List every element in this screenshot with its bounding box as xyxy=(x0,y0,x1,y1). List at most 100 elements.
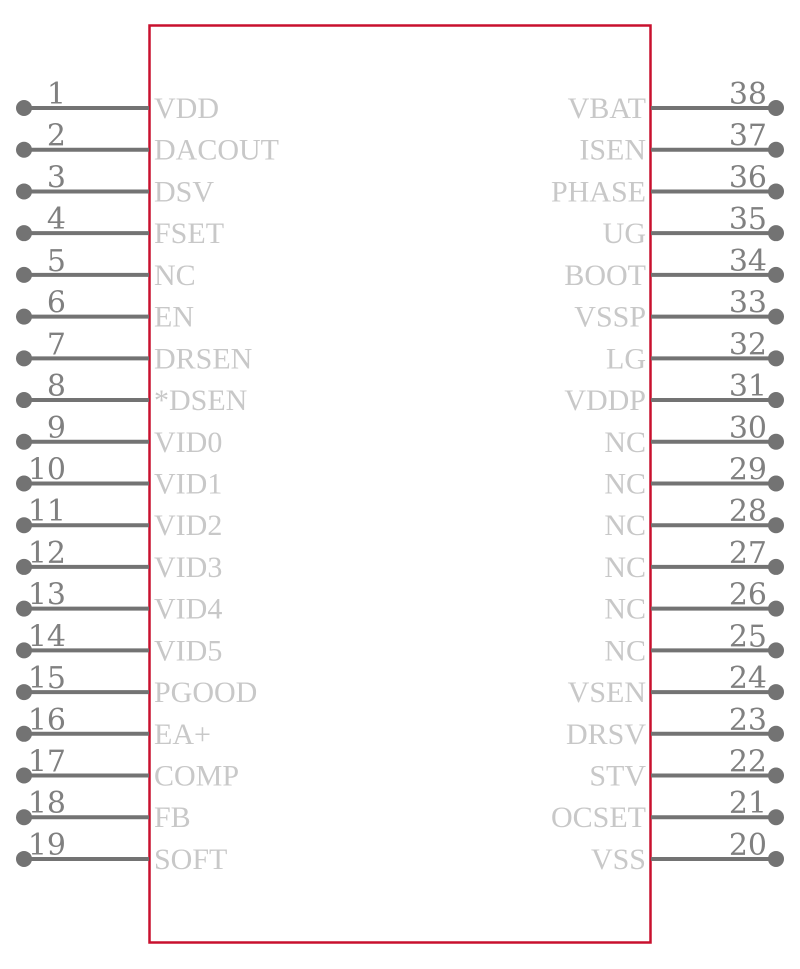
pin-label: VID3 xyxy=(154,551,222,584)
pin-number: 38 xyxy=(729,77,767,112)
pin-endpoint[interactable] xyxy=(16,183,32,200)
pin-label: FSET xyxy=(154,217,224,250)
pin-label: EA+ xyxy=(154,718,211,751)
pin-number: 1 xyxy=(47,77,66,112)
pin-label: VSEN xyxy=(568,676,646,709)
pin-endpoint[interactable] xyxy=(768,392,784,409)
pin-endpoint[interactable] xyxy=(768,141,784,158)
pin-number: 22 xyxy=(729,745,767,780)
pin-endpoint[interactable] xyxy=(16,141,32,158)
pin-endpoint[interactable] xyxy=(768,600,784,617)
pin-number: 28 xyxy=(729,494,767,529)
pin-endpoint[interactable] xyxy=(16,350,32,367)
schematic-symbol: 1 VDD 2 DACOUT 3 DSV 4 FSET 5 NC 6 EN 7 DRSEN 8 *DSEN 9 V… xyxy=(16,24,784,944)
pin-number: 8 xyxy=(47,369,66,404)
pin-number: 31 xyxy=(729,369,767,404)
pin-label: NC xyxy=(604,509,646,542)
pin-number: 30 xyxy=(729,411,767,446)
pin-number: 18 xyxy=(28,786,66,821)
pin-label: VSS xyxy=(591,843,646,876)
pin-number: 19 xyxy=(28,828,66,863)
pin-label: UG xyxy=(603,217,646,250)
pin-number: 4 xyxy=(47,202,66,237)
pin-label: VBAT xyxy=(568,92,646,125)
pin-endpoint[interactable] xyxy=(768,517,784,534)
pin-label: *DSEN xyxy=(154,384,247,417)
pin-endpoint[interactable] xyxy=(16,308,32,325)
pin-label: ISEN xyxy=(579,134,646,167)
pin-number: 21 xyxy=(729,786,767,821)
pin-label: STV xyxy=(589,760,646,793)
pin-number: 16 xyxy=(28,703,66,738)
pin-number: 29 xyxy=(729,452,767,487)
pin-number: 7 xyxy=(47,327,66,362)
pin-number: 2 xyxy=(47,119,66,154)
pin-label: VID1 xyxy=(154,467,222,500)
pin-label: PGOOD xyxy=(154,676,257,709)
pin-label: VDD xyxy=(154,92,219,125)
pin-endpoint[interactable] xyxy=(768,725,784,742)
pin-endpoint[interactable] xyxy=(768,100,784,116)
pin-label: VID4 xyxy=(154,593,222,626)
pin-label: NC xyxy=(604,551,646,584)
pin-label: COMP xyxy=(154,760,239,793)
pin-label: VID2 xyxy=(154,509,222,542)
pin-endpoint[interactable] xyxy=(768,225,784,242)
pin-endpoint[interactable] xyxy=(768,642,784,659)
pin-number: 35 xyxy=(729,202,767,237)
pin-number: 14 xyxy=(28,619,66,654)
pin-label: EN xyxy=(154,301,194,334)
pin-endpoint[interactable] xyxy=(16,100,32,116)
pin-number: 23 xyxy=(729,703,767,738)
pin-label: LG xyxy=(606,342,646,375)
pin-endpoint[interactable] xyxy=(768,433,784,450)
pin-number: 15 xyxy=(28,661,66,696)
pin-label: FB xyxy=(154,801,191,834)
pin-endpoint[interactable] xyxy=(16,225,32,242)
pin-endpoint[interactable] xyxy=(768,767,784,784)
pin-number: 34 xyxy=(729,244,767,279)
pin-endpoint[interactable] xyxy=(16,266,32,283)
pin-endpoint[interactable] xyxy=(768,684,784,701)
pin-number: 11 xyxy=(28,494,66,529)
pin-number: 9 xyxy=(47,411,66,446)
pin-number: 20 xyxy=(729,828,767,863)
pin-number: 26 xyxy=(729,578,767,613)
pin-endpoint[interactable] xyxy=(768,266,784,283)
pin-number: 13 xyxy=(28,578,66,613)
pin-number: 25 xyxy=(729,619,767,654)
pin-number: 24 xyxy=(729,661,767,696)
pin-label: NC xyxy=(604,593,646,626)
pin-label: BOOT xyxy=(564,259,646,292)
pin-number: 6 xyxy=(47,286,66,321)
pin-number: 12 xyxy=(28,536,66,571)
pin-label: SOFT xyxy=(154,843,227,876)
pin-endpoint[interactable] xyxy=(768,350,784,367)
pin-label: NC xyxy=(154,259,196,292)
pin-label: VDDP xyxy=(564,384,646,417)
pin-endpoint[interactable] xyxy=(768,308,784,325)
pin-label: DRSV xyxy=(566,718,646,751)
pin-number: 3 xyxy=(47,160,66,195)
pin-endpoint[interactable] xyxy=(768,475,784,492)
pin-endpoint[interactable] xyxy=(16,392,32,409)
pin-endpoint[interactable] xyxy=(768,809,784,826)
pin-label: NC xyxy=(604,634,646,667)
pin-label: DSV xyxy=(154,175,214,208)
pin-endpoint[interactable] xyxy=(16,433,32,450)
pin-number: 37 xyxy=(729,119,767,154)
pin-label: VSSP xyxy=(574,301,646,334)
pin-number: 27 xyxy=(729,536,767,571)
pin-label: DACOUT xyxy=(154,134,279,167)
pin-label: VID5 xyxy=(154,634,222,667)
pin-number: 33 xyxy=(729,286,767,321)
pin-number: 32 xyxy=(729,327,767,362)
pin-label: NC xyxy=(604,467,646,500)
pin-endpoint[interactable] xyxy=(768,183,784,200)
pin-endpoint[interactable] xyxy=(768,558,784,575)
pin-label: PHASE xyxy=(551,175,646,208)
pin-label: NC xyxy=(604,426,646,459)
pin-endpoint[interactable] xyxy=(768,850,784,867)
pin-number: 36 xyxy=(729,160,767,195)
pin-label: VID0 xyxy=(154,426,222,459)
